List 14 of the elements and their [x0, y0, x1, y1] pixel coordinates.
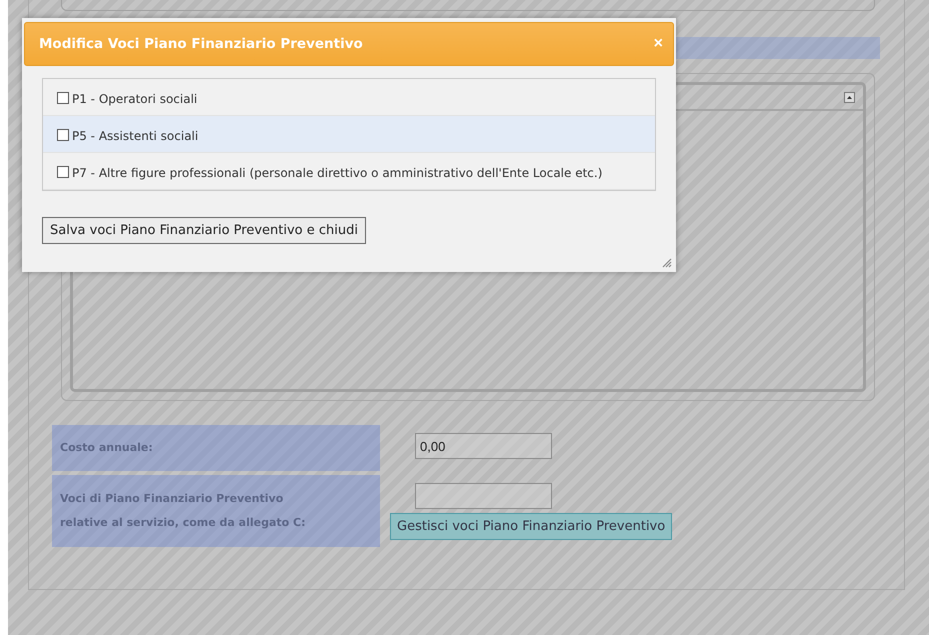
dialog-title: Modifica Voci Piano Finanziario Preventivo [39, 36, 363, 52]
manage-button[interactable]: Gestisci voci Piano Finanziario Preventivo [390, 513, 672, 540]
field-label: Voci di Piano Finanziario Preventivo relative al servizio, come da allegato C: [52, 475, 380, 547]
input-field[interactable] [415, 483, 552, 509]
checkbox[interactable] [57, 166, 69, 178]
checkbox[interactable] [57, 129, 69, 141]
resize-grip-icon[interactable] [662, 258, 672, 268]
input-field[interactable]: 0,00 [415, 433, 552, 459]
save-button[interactable]: Salva voci Piano Finanziario Preventivo e chiudi [42, 217, 366, 244]
list-item[interactable]: P5 - Assistenti sociali [43, 116, 655, 153]
list-item[interactable]: P7 - Altre figure professionali (personale direttivo o amministrativo dell'Ente Locale etc.) [43, 153, 655, 190]
field-label: Costo annuale: [52, 425, 380, 471]
checkbox[interactable] [57, 92, 69, 104]
collapse-icon[interactable] [844, 92, 855, 102]
